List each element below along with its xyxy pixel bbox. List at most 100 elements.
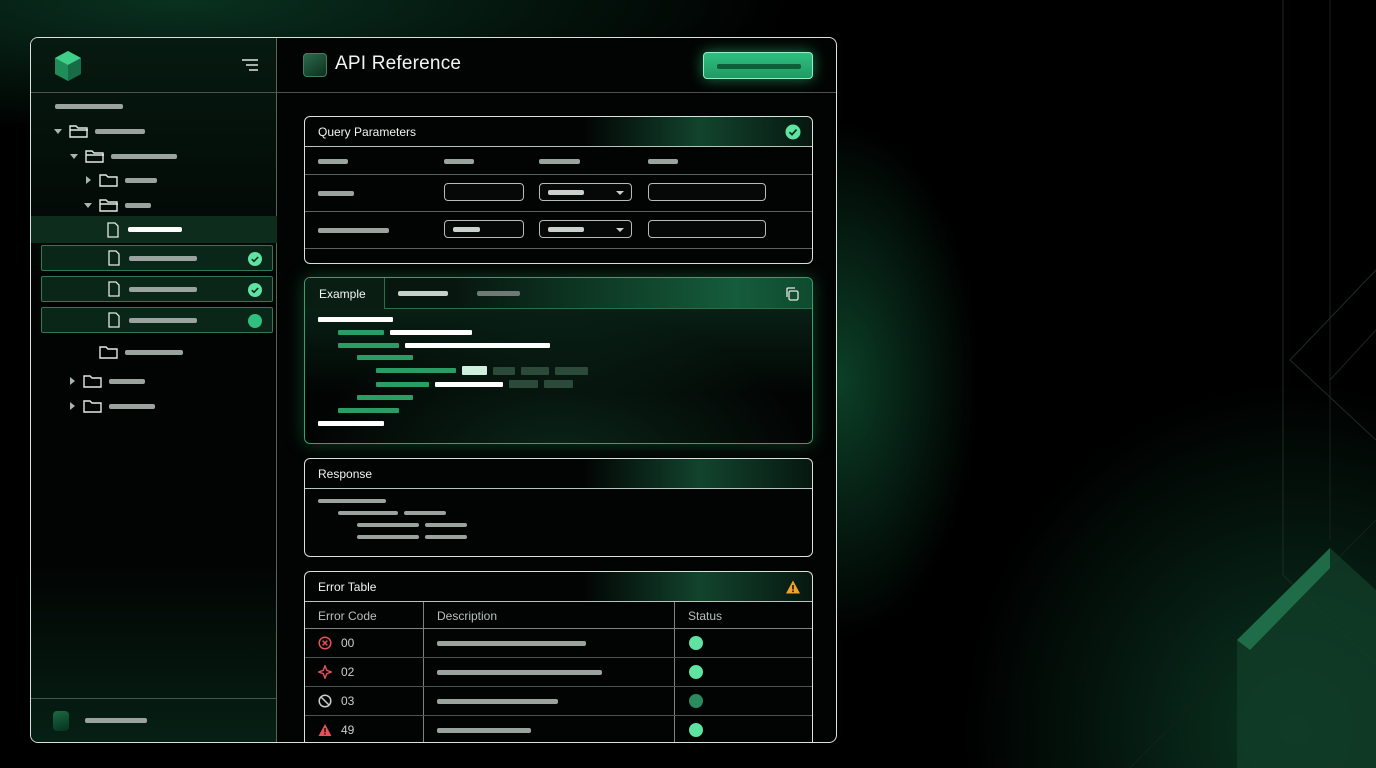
error-circle-icon: [318, 636, 332, 650]
page-icon: [303, 53, 327, 77]
param-name: [318, 228, 389, 233]
tree-folder[interactable]: [83, 340, 183, 364]
primary-action-button[interactable]: [703, 52, 813, 79]
sidebar-header: [31, 38, 276, 93]
caret-down-icon: [70, 154, 78, 159]
tab-second[interactable]: [398, 278, 458, 309]
error-table-panel: Error Table Error Code Description Statu…: [304, 571, 813, 742]
tree-folder-collapsed[interactable]: [67, 369, 145, 393]
param-type-select[interactable]: [539, 220, 632, 238]
folder-icon: [99, 346, 118, 359]
table-row[interactable]: 00: [305, 629, 812, 658]
status-dot: [689, 723, 703, 737]
tree-label: [129, 286, 197, 292]
check-circle-icon: [248, 252, 262, 266]
tree-section-label: [55, 104, 123, 109]
tree-label: [129, 317, 197, 323]
file-icon: [107, 221, 119, 238]
check-circle-icon: [248, 283, 262, 297]
main-content: API Reference Query Parameters Example R…: [277, 38, 836, 742]
tree-label: [125, 202, 151, 208]
select-value: [548, 190, 584, 195]
status-dot: [689, 694, 703, 708]
status-dot: [689, 665, 703, 679]
param-value-input[interactable]: [444, 183, 524, 201]
folder-icon: [99, 174, 118, 187]
divider: [305, 211, 812, 212]
avatar[interactable]: [53, 711, 69, 731]
app-window: API Reference Query Parameters Example R…: [30, 37, 837, 743]
table-row[interactable]: 03: [305, 687, 812, 716]
warning-icon: [786, 580, 800, 594]
tree-folder-collapsed[interactable]: [83, 168, 157, 192]
sidebar: [31, 38, 277, 742]
panel-title: Error Table: [318, 580, 377, 594]
folder-icon: [83, 400, 102, 413]
tree-folder-open-level2[interactable]: [83, 193, 151, 217]
file-icon: [108, 250, 120, 266]
panel-title: Query Parameters: [318, 125, 417, 139]
tree-folder-level1[interactable]: [69, 144, 177, 168]
chevron-down-icon: [616, 191, 624, 195]
param-type-select[interactable]: [539, 183, 632, 201]
divider: [305, 174, 812, 175]
cube-logo-icon: [55, 51, 81, 81]
top-bar: API Reference: [277, 38, 836, 93]
query-parameters-panel: Query Parameters: [304, 116, 813, 264]
tab-example[interactable]: Example: [305, 278, 385, 309]
tab-third[interactable]: [477, 278, 531, 309]
caret-down-icon: [54, 129, 62, 134]
response-panel: Response: [304, 458, 813, 557]
column-header: Error Code: [318, 609, 377, 623]
tree-label: [111, 153, 177, 159]
param-name: [318, 191, 354, 196]
panel-header: Error Table: [305, 572, 812, 602]
page-title: API Reference: [335, 53, 462, 74]
folder-icon: [83, 375, 102, 388]
select-value: [548, 227, 584, 232]
column-header: [318, 159, 348, 164]
folder-open-icon: [85, 150, 104, 163]
table-row[interactable]: 02: [305, 658, 812, 687]
tree-label: [109, 378, 145, 384]
burst-icon: [318, 665, 332, 679]
panel-header: Response: [305, 459, 812, 489]
column-header: [444, 159, 474, 164]
tree-label: [125, 177, 157, 183]
divider: [305, 248, 812, 249]
tree-folder-root[interactable]: [53, 119, 145, 143]
param-description-input[interactable]: [648, 183, 766, 201]
tree-file-selected[interactable]: [41, 307, 273, 333]
menu-icon[interactable]: [239, 55, 261, 77]
status-dot-icon: [248, 314, 262, 328]
button-label: [717, 64, 801, 69]
example-panel: Example: [304, 277, 813, 444]
table-row[interactable]: 49: [305, 716, 812, 742]
footer-label: [85, 718, 147, 723]
caret-right-icon: [86, 176, 91, 184]
tree-label: [125, 349, 183, 355]
example-tabs: Example: [305, 278, 812, 309]
tree-label: [95, 128, 145, 134]
blocked-icon: [318, 694, 332, 708]
tree-label: [109, 403, 155, 409]
column-header: Status: [688, 609, 723, 623]
caret-right-icon: [70, 377, 75, 385]
input-value: [453, 227, 480, 232]
file-icon: [108, 281, 120, 297]
panel-header: Query Parameters: [305, 117, 812, 147]
panel-title: Response: [318, 467, 373, 481]
warning-icon: [318, 724, 332, 736]
copy-icon[interactable]: [784, 286, 800, 302]
column-header: Description: [437, 609, 498, 623]
param-description-input[interactable]: [648, 220, 766, 238]
param-value-input[interactable]: [444, 220, 524, 238]
caret-down-icon: [84, 203, 92, 208]
table-header: Error Code Description Status: [305, 602, 812, 629]
tree-folder-collapsed[interactable]: [67, 394, 155, 418]
tree-file-selected[interactable]: [41, 276, 273, 302]
sidebar-footer: [31, 698, 276, 742]
tree-file-selected[interactable]: [41, 245, 273, 271]
file-icon: [108, 312, 120, 328]
tree-file-active[interactable]: [31, 216, 277, 243]
